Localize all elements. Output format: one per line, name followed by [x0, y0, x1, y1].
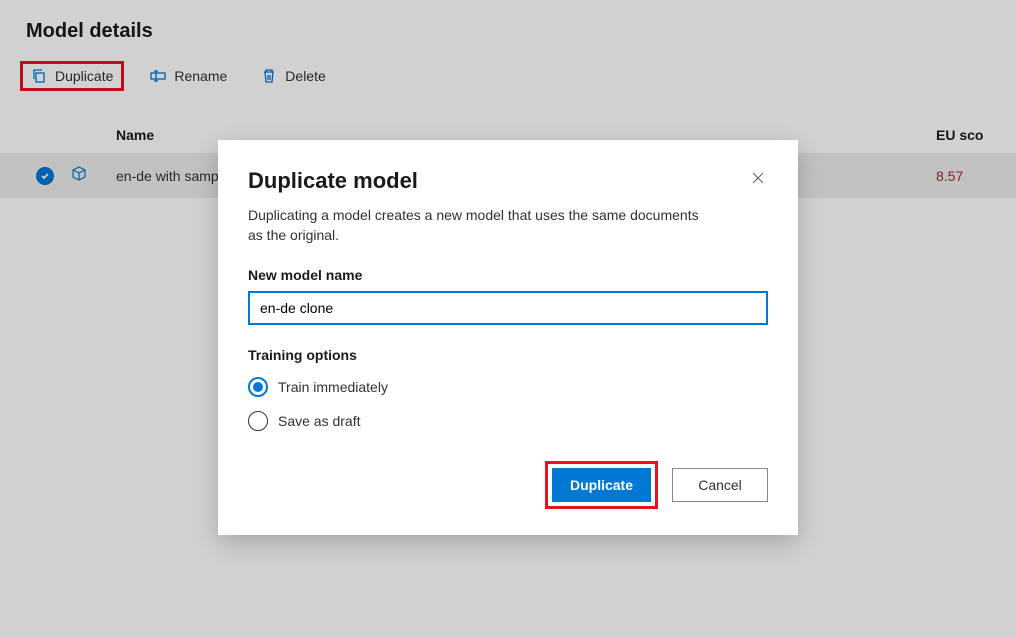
duplicate-submit-button[interactable]: Duplicate	[552, 468, 651, 502]
radio-train-immediately[interactable]: Train immediately	[248, 377, 768, 397]
radio-draft-label: Save as draft	[278, 413, 361, 429]
training-options-group: Train immediately Save as draft	[248, 377, 768, 431]
name-field-label: New model name	[248, 267, 768, 283]
training-options-label: Training options	[248, 347, 768, 363]
dialog-title: Duplicate model	[248, 168, 418, 194]
dialog-description: Duplicating a model creates a new model …	[248, 206, 708, 245]
radio-train-label: Train immediately	[278, 379, 388, 395]
model-name-input[interactable]	[248, 291, 768, 325]
radio-icon	[248, 377, 268, 397]
close-icon[interactable]	[748, 168, 768, 193]
cancel-button[interactable]: Cancel	[672, 468, 768, 502]
duplicate-dialog: Duplicate model Duplicating a model crea…	[218, 140, 798, 535]
radio-save-draft[interactable]: Save as draft	[248, 411, 768, 431]
modal-overlay: Duplicate model Duplicating a model crea…	[0, 0, 1016, 637]
dialog-actions: Duplicate Cancel	[248, 461, 768, 509]
radio-icon	[248, 411, 268, 431]
